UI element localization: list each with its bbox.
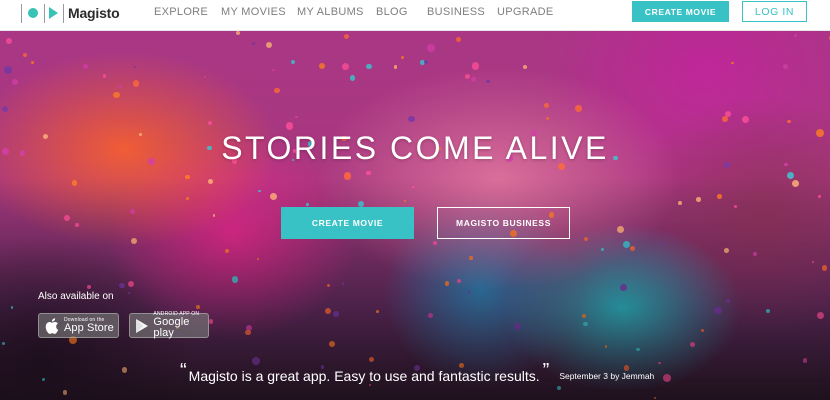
google-play-icon <box>134 317 150 335</box>
top-navigation-bar: Magisto EXPLORE MY MOVIES MY ALBUMS BLOG… <box>0 0 830 31</box>
nav-link-upgrade[interactable]: UPGRADE <box>497 6 554 18</box>
create-movie-button[interactable]: CREATE MOVIE <box>632 1 729 22</box>
logo-bar-mid-icon <box>44 3 45 23</box>
nav-link-blog[interactable]: BLOG <box>376 6 408 18</box>
app-store-badge[interactable]: Download on the App Store <box>38 313 119 338</box>
logo-bar-right-icon <box>63 3 64 23</box>
open-quote-mark: “ <box>180 360 187 382</box>
login-button[interactable]: LOG IN <box>742 1 807 22</box>
google-play-badge-text: ANDROID APP ON Google play <box>153 312 208 339</box>
google-play-big-label: Google play <box>153 316 190 339</box>
nav-link-my-albums[interactable]: MY ALBUMS <box>297 6 364 18</box>
logo-wordmark: Magisto <box>68 5 120 21</box>
testimonial: “ Magisto is a great app. Easy to use an… <box>180 360 655 385</box>
magisto-logo[interactable]: Magisto <box>21 2 120 24</box>
testimonial-text: Magisto is a great app. Easy to use and … <box>188 368 540 384</box>
google-play-badge[interactable]: ANDROID APP ON Google play <box>129 312 209 339</box>
logo-play-icon <box>49 7 58 19</box>
hero-create-movie-button[interactable]: CREATE MOVIE <box>281 207 414 239</box>
nav-link-explore[interactable]: EXPLORE <box>154 6 208 18</box>
logo-dot-icon <box>28 8 38 18</box>
app-store-badge-text: Download on the App Store <box>64 317 114 334</box>
apple-icon <box>43 317 61 335</box>
close-quote-mark: ” <box>542 360 550 382</box>
hero-content: STORIES COME ALIVE CREATE MOVIE MAGISTO … <box>0 31 830 400</box>
nav-link-business[interactable]: BUSINESS <box>427 6 485 18</box>
hero-headline: STORIES COME ALIVE <box>221 130 609 166</box>
testimonial-attribution: September 3 by Jemmah <box>559 371 655 381</box>
also-available-label: Also available on <box>38 291 114 302</box>
hero-banner: STORIES COME ALIVE CREATE MOVIE MAGISTO … <box>0 31 830 400</box>
hero-magisto-business-button[interactable]: MAGISTO BUSINESS <box>437 207 570 239</box>
logo-bar-left-icon <box>21 3 22 23</box>
app-store-big-label: App Store <box>64 321 114 334</box>
nav-link-my-movies[interactable]: MY MOVIES <box>221 6 286 18</box>
